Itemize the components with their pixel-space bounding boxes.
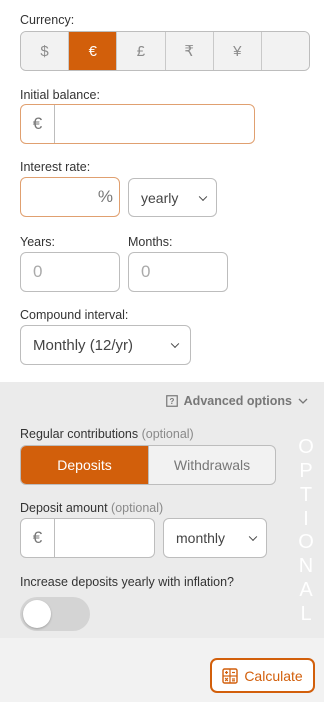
years-input[interactable]: 0	[21, 253, 119, 291]
compound-interval-value: Monthly (12/yr)	[33, 336, 134, 354]
calculate-label: Calculate	[244, 667, 303, 684]
compound-interval-label: Compound interval:	[20, 308, 129, 322]
interest-rate-label: Interest rate:	[20, 160, 91, 174]
toggle-knob	[23, 600, 51, 628]
tab-withdrawals[interactable]: Withdrawals	[148, 446, 275, 484]
regular-contributions-label: Regular contributions (optional)	[20, 427, 194, 441]
deposit-frequency-select[interactable]: monthly	[163, 518, 267, 558]
contributions-title: Regular contributions	[20, 427, 139, 441]
initial-balance-field[interactable]: €	[20, 104, 255, 144]
initial-balance-input[interactable]	[55, 105, 254, 143]
optional-note: (optional)	[141, 427, 194, 441]
euro-prefix: €	[21, 105, 55, 143]
currency-other[interactable]	[261, 32, 309, 70]
deposit-amount-title: Deposit amount	[20, 501, 108, 515]
years-label: Years:	[20, 235, 55, 249]
years-field[interactable]: 0	[20, 252, 120, 292]
deposit-amount-field[interactable]: €	[20, 518, 155, 558]
months-input[interactable]: 0	[129, 253, 227, 291]
compound-interval-select[interactable]: Monthly (12/yr)	[20, 325, 191, 365]
tab-deposits[interactable]: Deposits	[21, 446, 148, 484]
currency-usd[interactable]: $	[21, 32, 70, 70]
currency-jpy[interactable]: ¥	[213, 32, 262, 70]
currency-selector: $ € £ ₹ ¥	[20, 31, 310, 71]
inflation-toggle[interactable]	[20, 597, 90, 631]
inflation-label: Increase deposits yearly with inflation?	[20, 575, 235, 589]
help-box-icon: ?	[165, 395, 178, 407]
initial-balance-label: Initial balance:	[20, 88, 100, 102]
currency-gbp[interactable]: £	[117, 32, 166, 70]
euro-prefix: €	[21, 519, 55, 557]
chevron-down-icon	[170, 339, 180, 349]
currency-eur[interactable]: €	[69, 32, 118, 70]
percent-suffix: %	[97, 187, 113, 206]
advanced-options-toggle[interactable]: ? Advanced options	[165, 394, 308, 408]
chevron-down-icon	[248, 532, 258, 542]
interest-rate-field[interactable]: %	[20, 177, 120, 217]
calculate-button[interactable]: Calculate	[210, 658, 315, 693]
months-label: Months:	[128, 235, 173, 249]
months-field[interactable]: 0	[128, 252, 228, 292]
svg-text:?: ?	[169, 397, 174, 406]
rate-period-select[interactable]: yearly	[128, 178, 217, 217]
deposit-optional-note: (optional)	[111, 501, 164, 515]
chevron-down-icon	[198, 192, 208, 201]
calculator-icon	[222, 667, 239, 684]
deposit-amount-label: Deposit amount (optional)	[20, 501, 163, 515]
rate-period-value: yearly	[141, 189, 179, 206]
chevron-down-icon	[298, 398, 308, 404]
contribution-type-tabs: Deposits Withdrawals	[20, 445, 276, 485]
currency-label: Currency:	[20, 13, 75, 27]
deposit-amount-input[interactable]	[55, 519, 154, 557]
deposit-frequency-value: monthly	[176, 530, 226, 546]
currency-inr[interactable]: ₹	[165, 32, 214, 70]
advanced-options-label: Advanced options	[183, 394, 292, 408]
interest-rate-input[interactable]	[21, 178, 89, 216]
optional-side-text: OPTIONAL	[298, 436, 314, 625]
